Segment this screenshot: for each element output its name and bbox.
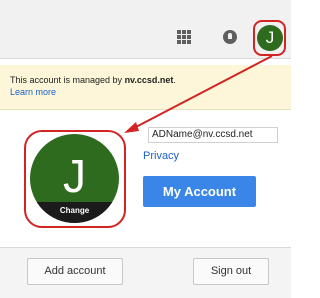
add-account-button[interactable]: Add account (27, 258, 123, 285)
account-email: ADName@nv.ccsd.net (148, 127, 278, 143)
my-account-button[interactable]: My Account (143, 176, 256, 207)
privacy-link[interactable]: Privacy (143, 150, 179, 162)
sign-out-button[interactable]: Sign out (193, 258, 269, 285)
managed-notice-text: This account is managed by nv.ccsd.net. (10, 75, 176, 85)
highlight-box-profile-photo (24, 130, 126, 228)
top-bar (0, 0, 291, 59)
managed-domain: nv.ccsd.net (124, 75, 174, 85)
notifications-icon[interactable] (223, 30, 237, 44)
managed-account-notice: This account is managed by nv.ccsd.net. … (0, 65, 291, 110)
highlight-circle-top-avatar (253, 20, 286, 56)
learn-more-link[interactable]: Learn more (10, 87, 56, 97)
apps-grid-icon[interactable] (177, 30, 191, 44)
